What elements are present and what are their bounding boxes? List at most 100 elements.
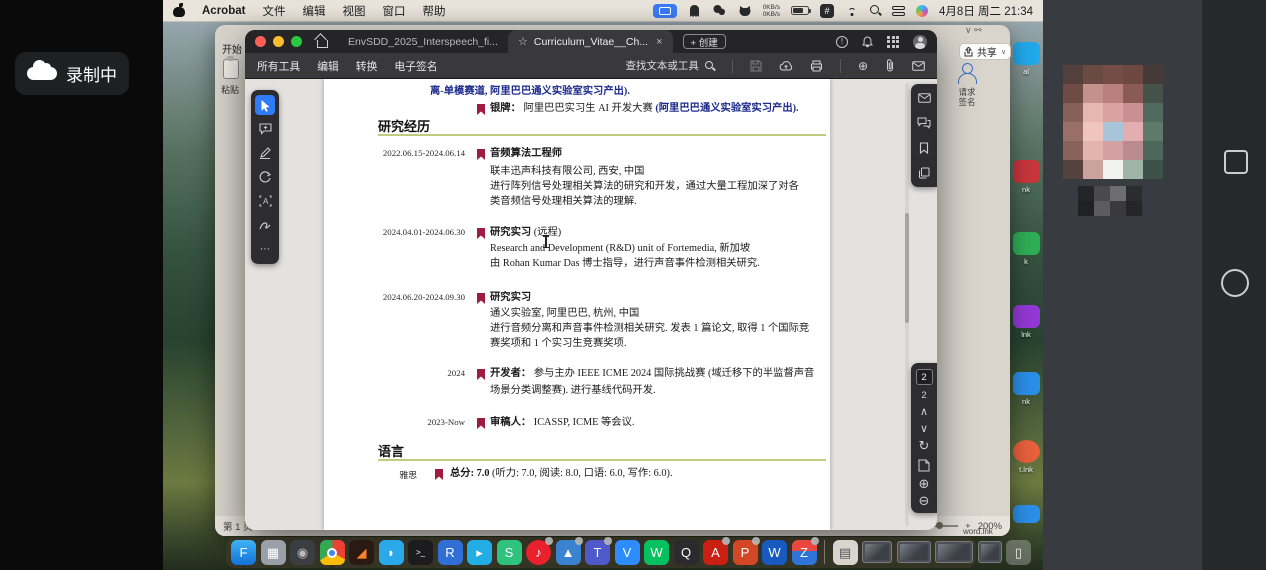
email-panel-icon[interactable] — [915, 90, 933, 106]
recording-indicator[interactable]: 录制中 — [15, 52, 129, 95]
document-tab-1[interactable]: EnvSDD_2025_Interspeech_fi... — [338, 30, 508, 53]
stamp-signature-tool[interactable] — [255, 215, 275, 235]
dock-panda-travel[interactable]: ▲ — [556, 540, 581, 565]
tool-convert[interactable]: 转换 — [356, 58, 378, 74]
zoom-in-icon[interactable]: ⊕ — [919, 478, 930, 490]
home-circle-button[interactable] — [1221, 269, 1249, 297]
dock-launchpad[interactable]: ▦ — [261, 540, 286, 565]
dock-wechat[interactable]: W — [644, 540, 669, 565]
print-icon[interactable] — [810, 60, 823, 72]
close-window-button[interactable] — [255, 36, 266, 47]
dock-voov-meeting[interactable]: V — [615, 540, 640, 565]
dock-word[interactable]: W — [762, 540, 787, 565]
add-text-tool[interactable]: A — [255, 191, 275, 211]
shortcut-icon[interactable] — [1013, 232, 1040, 255]
desktop-shortcut[interactable]: k — [1011, 232, 1041, 266]
dock-xmind[interactable]: S — [497, 540, 522, 565]
save-icon[interactable] — [750, 60, 762, 72]
draw-lasso-tool[interactable] — [255, 167, 275, 187]
account-avatar-icon[interactable] — [913, 35, 927, 49]
menu-file[interactable]: 文件 — [262, 3, 285, 19]
notifications-bell-icon[interactable] — [862, 36, 873, 48]
menu-window[interactable]: 窗口 — [382, 3, 405, 19]
colored-menu-icon[interactable] — [916, 5, 928, 17]
dock-translate[interactable]: Z — [792, 540, 817, 565]
desktop-shortcut[interactable]: lnk — [1011, 305, 1041, 339]
ghost-app-icon[interactable] — [688, 4, 702, 18]
minimized-window-thumbnail[interactable] — [978, 541, 1002, 563]
share-button[interactable]: 共享 ∨ — [959, 43, 1011, 60]
pdf-page[interactable]: 离-单模赛道, 阿里巴巴通义实验室实习产出). 银牌： 阿里巴巴实习生 AI 开… — [324, 79, 830, 530]
find-text-or-tools[interactable]: 查找文本或工具 — [625, 58, 715, 73]
favorite-star-icon[interactable]: ☆ — [518, 35, 528, 48]
dock-teams[interactable]: T — [585, 540, 610, 565]
desktop-shortcut[interactable]: nk — [1011, 160, 1041, 194]
close-tab-icon[interactable]: × — [656, 36, 662, 48]
home-icon[interactable] — [315, 35, 328, 48]
desktop-shortcut[interactable] — [1011, 505, 1041, 523]
cloud-upload-icon[interactable] — [779, 60, 793, 72]
select-tool[interactable] — [255, 95, 275, 115]
control-center-icon[interactable] — [892, 5, 905, 16]
back-window-start-tab[interactable]: 开始 — [222, 41, 242, 56]
document-scrollbar[interactable] — [905, 83, 909, 526]
dock-documents-stack[interactable]: ▤ — [833, 540, 858, 565]
minimized-window-thumbnail[interactable] — [862, 541, 892, 563]
battery-icon[interactable] — [791, 6, 809, 15]
shortcut-icon[interactable] — [1013, 305, 1040, 328]
dock-bilibili[interactable]: ▸ — [467, 540, 492, 565]
desktop-shortcut[interactable]: nk — [1011, 372, 1041, 406]
dock-trash[interactable]: ▯ — [1006, 540, 1031, 565]
shortcut-icon[interactable] — [1013, 160, 1040, 183]
paste-icon[interactable] — [223, 59, 239, 79]
zoom-out-icon[interactable]: ⊖ — [919, 495, 930, 507]
pages-panel-icon[interactable] — [915, 165, 933, 181]
dock-matlab[interactable]: ◢ — [349, 540, 374, 565]
minimized-window-thumbnail[interactable] — [935, 541, 973, 563]
apple-menu-icon[interactable] — [173, 4, 185, 17]
more-tools[interactable]: ⋯ — [255, 239, 275, 259]
document-tab-2-active[interactable]: ☆ Curriculum_Vitae__Ch... × — [508, 30, 673, 53]
create-button[interactable]: + 创建 — [683, 34, 726, 49]
desktop-shortcut[interactable]: al — [1011, 42, 1041, 76]
fit-page-icon[interactable] — [915, 457, 933, 473]
fullscreen-window-button[interactable] — [291, 36, 302, 47]
screen-mirroring-icon[interactable] — [653, 4, 677, 18]
mail-icon[interactable] — [912, 61, 925, 71]
recents-square-button[interactable] — [1224, 150, 1248, 174]
add-comment-tool[interactable] — [255, 119, 275, 139]
highlight-pen-tool[interactable] — [255, 143, 275, 163]
comments-panel-icon[interactable] — [915, 115, 933, 131]
dock-powerpoint[interactable]: P — [733, 540, 758, 565]
attachment-paperclip-icon[interactable] — [885, 59, 895, 72]
shortcut-icon[interactable] — [1013, 440, 1040, 463]
dock-chrome[interactable] — [320, 540, 345, 565]
previous-page-icon[interactable]: ∧ — [920, 406, 928, 418]
minimize-window-button[interactable] — [273, 36, 284, 47]
current-page-box[interactable]: 2 — [916, 369, 933, 385]
shortcut-icon[interactable] — [1013, 42, 1040, 65]
dock-netease-music[interactable]: ♪ — [526, 540, 551, 565]
tool-all-tools[interactable]: 所有工具 — [257, 58, 300, 74]
tool-esign[interactable]: 电子签名 — [394, 58, 437, 74]
dock-acrobat[interactable]: A — [703, 540, 728, 565]
shortcut-icon[interactable] — [1013, 505, 1040, 523]
apps-grid-icon[interactable] — [887, 36, 899, 48]
wechat-status-icon[interactable] — [713, 4, 727, 18]
menu-view[interactable]: 视图 — [342, 3, 365, 19]
dock-qq[interactable]: Q — [674, 540, 699, 565]
cat-app-icon[interactable] — [738, 4, 752, 18]
request-signature-tool[interactable]: 请求签名 — [943, 63, 991, 107]
menubar-app-name[interactable]: Acrobat — [202, 5, 245, 17]
next-page-icon[interactable]: ∨ — [920, 423, 928, 435]
dock-vscode[interactable]: ◗ — [379, 540, 404, 565]
wifi-icon[interactable] — [845, 5, 859, 16]
document-area[interactable]: 离-单模赛道, 阿里巴巴通义实验室实习产出). 银牌： 阿里巴巴实习生 AI 开… — [245, 79, 937, 530]
rotate-page-icon[interactable]: ↻ — [919, 440, 930, 452]
minimized-window-thumbnail[interactable] — [897, 541, 931, 563]
dock-r-app[interactable]: R — [438, 540, 463, 565]
menubar-clock[interactable]: 4月8日 周二 21:34 — [939, 3, 1033, 19]
dock-terminal[interactable]: >_ — [408, 540, 433, 565]
shortcut-icon[interactable] — [1013, 372, 1040, 395]
word-shortcut-label[interactable]: word.lnk — [963, 527, 993, 536]
